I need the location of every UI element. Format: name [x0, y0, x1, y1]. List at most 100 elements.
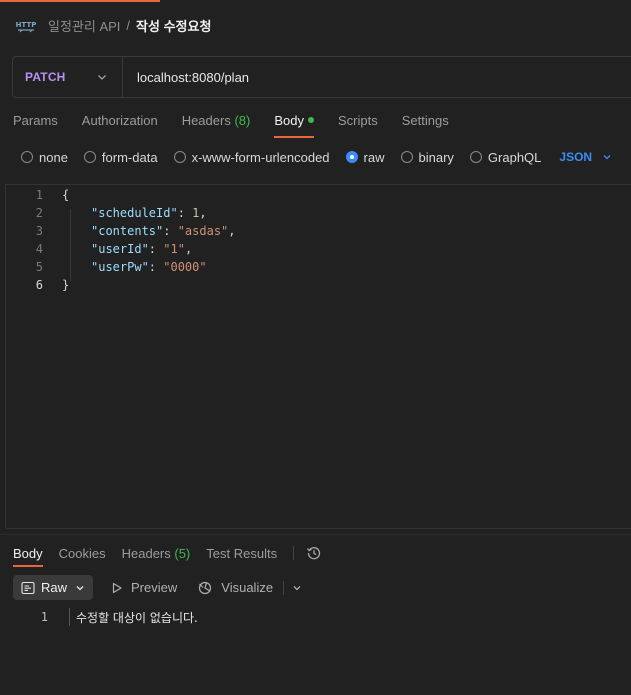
- response-tab-headers[interactable]: Headers (5): [122, 546, 191, 561]
- tab-scripts[interactable]: Scripts: [338, 112, 378, 134]
- request-tabs: Params Authorization Headers (8) Body Sc…: [13, 112, 473, 138]
- active-tab-accent: [0, 0, 160, 2]
- preview-button[interactable]: Preview: [111, 580, 177, 595]
- radio-circle: [21, 151, 33, 163]
- tab-authorization-label: Authorization: [81, 113, 158, 128]
- url-bar: PATCH localhost:8080/plan: [12, 56, 631, 98]
- line-number: 1: [35, 188, 43, 202]
- response-toolbar: Raw Preview Visualize: [13, 575, 302, 600]
- json-comma: ,: [184, 242, 193, 256]
- body-modified-dot: [307, 117, 314, 123]
- line-number: 2: [35, 206, 43, 220]
- radio-x-www-form-urlencoded[interactable]: x-www-form-urlencoded: [173, 149, 330, 165]
- json-comma: ,: [228, 224, 236, 238]
- json-comma: ,: [199, 206, 207, 220]
- radio-label: GraphQL: [487, 149, 542, 165]
- json-value: "1": [163, 242, 185, 256]
- tab-headers[interactable]: Headers (8): [182, 112, 251, 134]
- code-text: "scheduleId": 1,: [91, 206, 207, 220]
- response-tab-headers-label: Headers: [121, 545, 171, 561]
- editor-line: 4 "userId": "1",: [6, 240, 192, 258]
- view-mode-label: Raw: [41, 580, 68, 595]
- line-number: 5: [35, 260, 43, 274]
- line-number: 3: [35, 224, 43, 238]
- view-mode-select[interactable]: Raw: [13, 575, 94, 600]
- response-tab-body[interactable]: Body: [13, 546, 43, 567]
- response-tab-test-results[interactable]: Test Results: [206, 546, 277, 561]
- radio-binary[interactable]: binary: [400, 149, 454, 165]
- radio-circle: [173, 151, 186, 163]
- json-key: "scheduleId": [91, 206, 178, 220]
- tab-settings-label: Settings: [401, 113, 449, 128]
- raw-format-select[interactable]: JSON: [559, 150, 612, 164]
- json-key: "userPw": [91, 260, 149, 274]
- radio-form-data[interactable]: form-data: [83, 149, 158, 165]
- breadcrumb-collection[interactable]: 일정관리 API: [48, 16, 120, 35]
- divider: [293, 546, 295, 560]
- visualize-label: Visualize: [221, 580, 274, 595]
- editor-line: 1 {: [6, 186, 69, 204]
- request-title[interactable]: 작성 수정요청: [136, 16, 211, 35]
- tab-settings[interactable]: Settings: [402, 112, 449, 134]
- preview-label: Preview: [131, 580, 178, 595]
- code-text: }: [62, 278, 70, 292]
- response-body[interactable]: 1 수정할 대상이 없습니다.: [0, 607, 198, 627]
- response-text: 수정할 대상이 없습니다.: [76, 610, 198, 625]
- radio-raw[interactable]: raw: [345, 149, 385, 165]
- method-label: PATCH: [25, 70, 66, 84]
- chevron-down-icon: [602, 152, 612, 162]
- code-text: "userPw": "0000": [91, 260, 207, 274]
- history-icon[interactable]: [306, 545, 322, 561]
- radio-circle: [83, 151, 96, 163]
- pane-divider[interactable]: [0, 534, 631, 535]
- editor-line: 3 "contents": "asdas",: [6, 222, 236, 240]
- radio-label: binary: [418, 149, 454, 165]
- raw-format-label: JSON: [559, 150, 593, 164]
- breadcrumb: HTTP 일정관리 API / 작성 수정요청: [16, 14, 211, 36]
- radio-label: form-data: [101, 149, 158, 165]
- code-text: {: [62, 188, 70, 202]
- visualize-button[interactable]: Visualize: [197, 580, 273, 596]
- response-headers-count: (5): [174, 545, 191, 561]
- tab-params-label: Params: [13, 113, 58, 128]
- radio-circle: [400, 151, 413, 163]
- chevron-down-icon: [75, 583, 85, 593]
- tab-headers-label: Headers: [181, 113, 231, 128]
- radio-circle: [469, 151, 482, 163]
- code-text: "userId": "1",: [91, 242, 193, 256]
- json-key: "contents": [91, 224, 164, 238]
- radio-label: raw: [363, 149, 385, 165]
- editor-line: 5 "userPw": "0000": [6, 258, 207, 276]
- editor-line: 6 }: [6, 276, 69, 294]
- indent-guide: [70, 209, 71, 281]
- json-value: "0000": [163, 260, 207, 274]
- breadcrumb-separator: /: [126, 17, 131, 33]
- json-value: "asdas": [177, 224, 229, 238]
- radio-label: x-www-form-urlencoded: [191, 149, 330, 165]
- radio-none[interactable]: none: [21, 150, 68, 165]
- chevron-down-icon[interactable]: [283, 580, 302, 595]
- response-tab-cookies[interactable]: Cookies: [59, 546, 106, 561]
- http-icon: HTTP: [16, 15, 36, 35]
- line-number: 6: [35, 278, 43, 292]
- raw-text-icon: [21, 581, 35, 595]
- radio-circle-checked: [345, 151, 358, 163]
- tab-scripts-label: Scripts: [337, 113, 378, 128]
- json-key: "userId": [91, 242, 149, 256]
- play-icon: [111, 582, 123, 594]
- response-tabs: Body Cookies Headers (5) Test Results: [13, 543, 322, 567]
- radio-graphql[interactable]: GraphQL: [469, 149, 542, 165]
- visualize-icon: [197, 580, 213, 596]
- tab-body[interactable]: Body: [274, 112, 314, 138]
- url-input[interactable]: localhost:8080/plan: [123, 70, 249, 85]
- tab-authorization[interactable]: Authorization: [82, 112, 158, 134]
- editor-line: 2 "scheduleId": 1,: [6, 204, 207, 222]
- method-select[interactable]: PATCH: [13, 57, 123, 97]
- code-editor[interactable]: 1 { 2 "scheduleId": 1, 3 "contents": "as…: [5, 184, 631, 529]
- radio-label: none: [39, 149, 68, 165]
- chevron-down-icon: [96, 71, 108, 83]
- cursor-line: [69, 608, 70, 626]
- line-number: 1: [40, 610, 48, 624]
- svg-text:HTTP: HTTP: [16, 21, 36, 29]
- tab-params[interactable]: Params: [13, 112, 58, 134]
